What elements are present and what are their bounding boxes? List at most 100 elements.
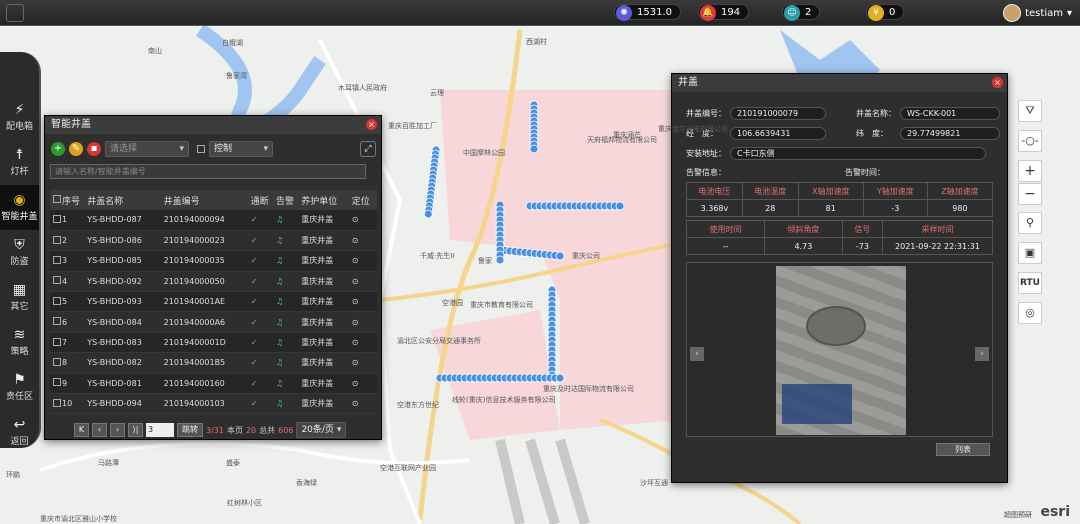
row-checkbox[interactable] — [53, 398, 61, 407]
column-header-unit[interactable]: 养护单位 — [301, 190, 352, 210]
category-select[interactable]: 请选择 — [105, 141, 189, 157]
sidebar-item-strategy[interactable]: ≋ 策略 — [0, 320, 39, 365]
sidebar-item-lamp-post[interactable]: ☨ 灯杆 — [0, 140, 39, 185]
column-header-no[interactable]: 序号 — [62, 190, 88, 210]
sidebar-item-distribution-box[interactable]: ⚡ 配电箱 — [0, 95, 39, 140]
star-icon: ✺ — [616, 5, 632, 21]
table-row[interactable]: 9 YS-BHDD-081 210194000160 ✓ ♫ 重庆井盖 ⊙ — [50, 373, 377, 395]
location-pin-icon[interactable]: ⊙ — [352, 297, 359, 306]
shield-icon: ⛨ — [14, 237, 25, 253]
table-row[interactable]: 2 YS-BHDD-086 210194000023 ✓ ♫ 重庆井盖 ⊙ — [50, 230, 377, 252]
location-pin-icon[interactable]: ⊙ — [352, 358, 359, 367]
location-pin-icon[interactable]: ⊙ — [352, 215, 359, 224]
next-page-icon[interactable]: › — [110, 423, 125, 437]
esri-logo: esri — [1040, 504, 1070, 520]
table-row[interactable]: 4 YS-BHDD-092 210194000050 ✓ ♫ 重庆井盖 ⊙ — [50, 271, 377, 293]
map-label: 重庆公司 — [572, 252, 600, 260]
next-photo-icon[interactable]: › — [975, 347, 989, 361]
locate-node-icon[interactable]: -○- — [1018, 130, 1042, 152]
list-button[interactable]: 列表 — [936, 443, 990, 456]
add-icon[interactable]: + — [51, 142, 65, 156]
edit-icon[interactable]: ✎ — [69, 142, 83, 156]
row-checkbox[interactable] — [53, 214, 61, 223]
sidebar-item-back[interactable]: ↩ 返回 — [0, 410, 39, 455]
column-header-locate[interactable]: 定位 — [351, 190, 377, 210]
table-row[interactable]: 8 YS-BHDD-082 2101940001B5 ✓ ♫ 重庆井盖 ⊙ — [50, 352, 377, 374]
column-header-alarm[interactable]: 告警 — [276, 190, 302, 210]
row-unit: 重庆井盖 — [301, 311, 352, 333]
table-row[interactable]: 1 YS-BHDD-087 210194000094 ✓ ♫ 重庆井盖 ⊙ — [50, 210, 377, 231]
prev-photo-icon[interactable]: ‹ — [690, 347, 704, 361]
search-icon[interactable]: ⚲ — [1018, 212, 1042, 234]
stat-user-count[interactable]: ☺ 2 — [782, 4, 821, 21]
column-header-connection[interactable]: 通断 — [250, 190, 276, 210]
row-checkbox[interactable] — [53, 235, 61, 244]
device-marker[interactable] — [495, 255, 505, 265]
table-row[interactable]: 6 YS-BHDD-084 2101940000A6 ✓ ♫ 重庆井盖 ⊙ — [50, 311, 377, 333]
row-unit: 重庆井盖 — [301, 332, 352, 354]
sidebar-item-responsibility[interactable]: ⚑ 责任区 — [0, 365, 39, 410]
device-marker[interactable] — [529, 144, 539, 154]
control-checkbox[interactable] — [197, 145, 205, 153]
table-header-cell: 信号 — [841, 220, 884, 238]
column-header-name[interactable]: 井盖名称 — [87, 190, 164, 210]
toolbox-icon[interactable]: ▣ — [1018, 242, 1042, 264]
zoom-in-icon[interactable]: + — [1018, 160, 1042, 182]
row-checkbox[interactable] — [53, 337, 61, 346]
table-row[interactable]: 10 YS-BHDD-094 210194000103 ✓ ♫ 重庆井盖 ⊙ — [50, 393, 377, 414]
device-marker[interactable] — [423, 209, 433, 219]
sidebar-item-other[interactable]: ▦ 其它 — [0, 275, 39, 320]
manhole-photo[interactable] — [776, 266, 906, 435]
stat-device-count[interactable]: ✺ 1531.0 — [614, 4, 681, 21]
per-page-select[interactable]: 20条/页 — [296, 422, 347, 438]
select-all-checkbox[interactable] — [53, 194, 61, 203]
search-input[interactable]: 请输入名称/智能井盖编号 — [50, 164, 366, 179]
location-pin-icon[interactable]: ⊙ — [352, 318, 359, 327]
table-row[interactable]: 7 YS-BHDD-083 21019400001D ✓ ♫ 重庆井盖 ⊙ — [50, 332, 377, 354]
row-checkbox[interactable] — [53, 255, 61, 264]
close-icon[interactable]: × — [992, 77, 1003, 88]
address-field: C卡口东侧 — [730, 147, 986, 160]
table-row[interactable]: 3 YS-BHDD-085 210194000035 ✓ ♫ 重庆井盖 ⊙ — [50, 250, 377, 272]
first-page-icon[interactable]: K — [74, 423, 89, 437]
filter-icon[interactable]: ⛛ — [1018, 100, 1042, 122]
location-pin-icon[interactable]: ⊙ — [352, 256, 359, 265]
map-label: 重庆市教育有限公司 — [470, 301, 533, 309]
row-checkbox[interactable] — [53, 357, 61, 366]
map-label: 鲁家 — [478, 257, 492, 265]
sidebar-item-manhole[interactable]: ◉ 智能井盖 — [0, 185, 39, 230]
map-label: 重庆及时达国际物流有限公司 — [543, 385, 634, 393]
row-checkbox[interactable] — [53, 317, 61, 326]
stat-alarm-count[interactable]: 🔔 194 — [698, 4, 750, 21]
location-pin-icon[interactable]: ⊙ — [352, 277, 359, 286]
device-marker[interactable] — [555, 251, 565, 261]
close-icon[interactable]: × — [366, 119, 377, 130]
bell-icon: ♫ — [276, 297, 284, 307]
location-pin-icon[interactable]: ⊙ — [352, 399, 359, 408]
grid-icon: ▦ — [12, 282, 27, 298]
location-pin-icon[interactable]: ⊙ — [352, 379, 359, 388]
prev-page-icon[interactable]: ‹ — [92, 423, 107, 437]
sidebar-item-antitheft[interactable]: ⛨ 防盗 — [0, 230, 39, 275]
location-pin-icon[interactable]: ⊙ — [352, 236, 359, 245]
user-menu[interactable]: testiam ▾ — [1003, 4, 1072, 22]
table-row[interactable]: 5 YS-BHDD-093 2101940001AE ✓ ♫ 重庆井盖 ⊙ — [50, 291, 377, 313]
location-pin-icon[interactable]: ⊙ — [352, 338, 359, 347]
device-marker[interactable] — [555, 373, 565, 383]
row-checkbox[interactable] — [53, 296, 61, 305]
stat-coin-count[interactable]: ¥0 — [866, 4, 905, 21]
control-select[interactable]: 控制 — [209, 141, 273, 157]
expand-icon[interactable]: ⤢ — [360, 141, 376, 157]
zoom-out-icon[interactable]: − — [1018, 183, 1042, 205]
target-icon[interactable]: ◎ — [1018, 302, 1042, 324]
go-button[interactable]: 跳转 — [177, 423, 203, 437]
column-header-code[interactable]: 井盖编号 — [163, 190, 251, 210]
last-page-icon[interactable]: ⟩| — [128, 423, 143, 437]
delete-icon[interactable]: ▪ — [87, 142, 101, 156]
list-toolbar: + ✎ ▪ 请选择 控制 ⤢ — [51, 141, 376, 157]
rtu-icon[interactable]: RTU — [1018, 272, 1042, 294]
row-checkbox[interactable] — [53, 378, 61, 387]
device-marker[interactable] — [615, 201, 625, 211]
page-number-input[interactable]: 3 — [146, 423, 174, 437]
row-checkbox[interactable] — [53, 276, 61, 285]
